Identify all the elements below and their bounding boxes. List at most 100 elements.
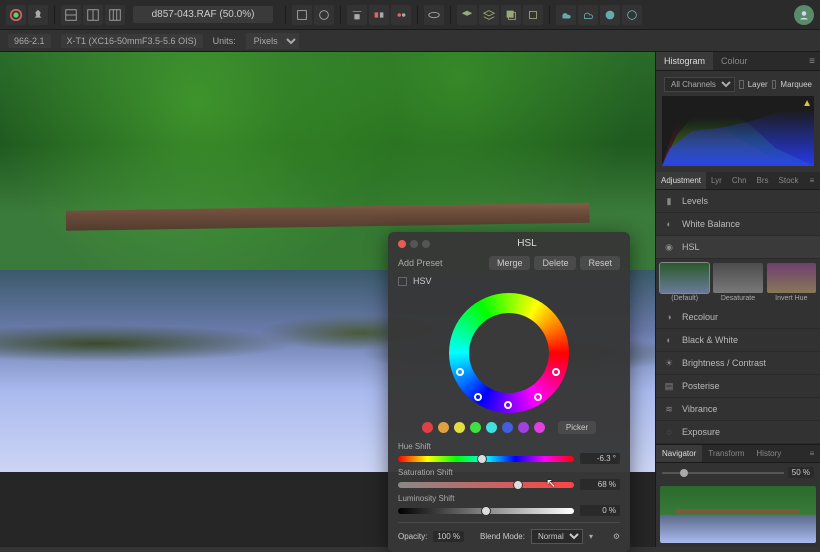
document-title[interactable]: d857-043.RAF (50.0%) bbox=[133, 6, 273, 23]
preset-desaturate[interactable]: Desaturate bbox=[713, 263, 762, 302]
color-chooser-icon[interactable] bbox=[6, 5, 26, 25]
gear-icon[interactable]: ⚙ bbox=[613, 532, 620, 541]
blend-mode-select[interactable]: Normal bbox=[531, 529, 583, 544]
align3-icon[interactable] bbox=[391, 5, 411, 25]
picker-button[interactable]: Picker bbox=[558, 421, 596, 434]
adjustment-black-white[interactable]: ◐Black & White bbox=[656, 329, 820, 352]
hue-shift-label: Hue Shift bbox=[398, 442, 620, 453]
merge-button[interactable]: Merge bbox=[489, 256, 531, 270]
preset-row: (Default) Desaturate Invert Hue bbox=[656, 259, 820, 306]
adjustment-levels[interactable]: ▮Levels bbox=[656, 190, 820, 213]
tab-history[interactable]: History bbox=[750, 445, 787, 462]
add-preset-button[interactable]: Add Preset bbox=[398, 258, 443, 268]
align2-icon[interactable] bbox=[369, 5, 389, 25]
layer1-icon[interactable] bbox=[457, 5, 477, 25]
reset-button[interactable]: Reset bbox=[580, 256, 620, 270]
hsl-title: HSL bbox=[434, 238, 620, 249]
opacity-value[interactable]: 100 % bbox=[433, 531, 464, 542]
hsv-checkbox[interactable] bbox=[398, 277, 407, 286]
cloud4-icon[interactable] bbox=[622, 5, 642, 25]
square-tool-icon[interactable] bbox=[292, 5, 312, 25]
panel-menu-icon[interactable]: ≡ bbox=[804, 52, 820, 70]
align1-icon[interactable] bbox=[347, 5, 367, 25]
tab-navigator[interactable]: Navigator bbox=[656, 445, 702, 462]
adjustment-exposure[interactable]: ◌Exposure bbox=[656, 421, 820, 444]
units-select[interactable]: Pixels bbox=[246, 33, 299, 49]
link-icon[interactable] bbox=[424, 5, 444, 25]
opacity-label: Opacity: bbox=[398, 532, 427, 541]
color-wheel[interactable] bbox=[449, 293, 569, 413]
swatch-3[interactable] bbox=[470, 422, 481, 433]
tab-transform[interactable]: Transform bbox=[702, 445, 750, 462]
adjustment-brightness-contrast[interactable]: ☀Brightness / Contrast bbox=[656, 352, 820, 375]
top-toolbar: d857-043.RAF (50.0%) bbox=[0, 0, 820, 30]
marquee-checkbox[interactable] bbox=[772, 80, 777, 89]
hue-shift-slider[interactable] bbox=[398, 456, 574, 462]
adjustment-recolour[interactable]: ◑Recolour bbox=[656, 306, 820, 329]
preset-default[interactable]: (Default) bbox=[660, 263, 709, 302]
circle-tool-icon[interactable] bbox=[314, 5, 334, 25]
layer3-icon[interactable] bbox=[501, 5, 521, 25]
adjustment-hsl[interactable]: ◉HSL bbox=[656, 236, 820, 259]
saturation-shift-value[interactable]: 68 % bbox=[580, 479, 620, 490]
info-bar: 966-2.1 X-T1 (XC16-50mmF3.5-5.6 OIS) Uni… bbox=[0, 30, 820, 52]
luminosity-shift-slider[interactable] bbox=[398, 508, 574, 514]
grid1-icon[interactable] bbox=[61, 5, 81, 25]
cloud3-icon[interactable] bbox=[600, 5, 620, 25]
clipping-warning-icon[interactable]: ▲ bbox=[802, 98, 812, 109]
preset-invert-hue[interactable]: Invert Hue bbox=[767, 263, 816, 302]
tab-brs[interactable]: Brs bbox=[752, 172, 774, 189]
swatch-0[interactable] bbox=[422, 422, 433, 433]
tab-stock[interactable]: Stock bbox=[774, 172, 804, 189]
levels-icon: ▮ bbox=[662, 194, 676, 208]
blend-extra-icon[interactable]: ▾ bbox=[589, 532, 593, 541]
pin-icon[interactable] bbox=[28, 5, 48, 25]
delete-button[interactable]: Delete bbox=[534, 256, 576, 270]
hsl-titlebar[interactable]: HSL bbox=[398, 238, 620, 253]
nav-menu-icon[interactable]: ≡ bbox=[804, 445, 820, 462]
swatch-row: Picker bbox=[398, 417, 620, 440]
swatch-4[interactable] bbox=[486, 422, 497, 433]
histogram-channel-select[interactable]: All Channels bbox=[664, 77, 735, 92]
layer4-icon[interactable] bbox=[523, 5, 543, 25]
adjustment-vibrance[interactable]: ≋Vibrance bbox=[656, 398, 820, 421]
histogram-display: ▲ bbox=[662, 96, 814, 166]
grid2-icon[interactable] bbox=[83, 5, 103, 25]
swatch-6[interactable] bbox=[518, 422, 529, 433]
minimize-icon[interactable] bbox=[410, 240, 418, 248]
layer-checkbox[interactable] bbox=[739, 80, 744, 89]
exposure-icon: ◌ bbox=[662, 425, 676, 439]
swatch-1[interactable] bbox=[438, 422, 449, 433]
maximize-icon[interactable] bbox=[422, 240, 430, 248]
grid3-icon[interactable] bbox=[105, 5, 125, 25]
saturation-shift-slider[interactable] bbox=[398, 482, 574, 488]
user-avatar-icon[interactable] bbox=[794, 5, 814, 25]
navigator-preview[interactable] bbox=[660, 486, 816, 543]
cloud2-icon[interactable] bbox=[578, 5, 598, 25]
brightness-icon: ☀ bbox=[662, 356, 676, 370]
tab-lyr[interactable]: Lyr bbox=[706, 172, 727, 189]
hue-shift-value[interactable]: -6.3 ° bbox=[580, 453, 620, 464]
hsv-label: HSV bbox=[413, 276, 432, 286]
white-balance-icon: ◐ bbox=[662, 217, 676, 231]
zoom-value[interactable]: 50 % bbox=[788, 467, 814, 478]
luminosity-shift-value[interactable]: 0 % bbox=[580, 505, 620, 516]
tab-colour[interactable]: Colour bbox=[713, 52, 756, 70]
tab-adjustment[interactable]: Adjustment bbox=[656, 172, 706, 189]
adj-menu-icon[interactable]: ≡ bbox=[804, 172, 820, 189]
adjustment-posterise[interactable]: ▤Posterise bbox=[656, 375, 820, 398]
swatch-2[interactable] bbox=[454, 422, 465, 433]
swatch-5[interactable] bbox=[502, 422, 513, 433]
marquee-label: Marquee bbox=[780, 80, 812, 89]
zoom-slider[interactable] bbox=[662, 472, 784, 474]
tab-histogram[interactable]: Histogram bbox=[656, 52, 713, 70]
layer2-icon[interactable] bbox=[479, 5, 499, 25]
right-panel: Histogram Colour ≡ All Channels Layer Ma… bbox=[655, 52, 820, 547]
adjustment-white-balance[interactable]: ◐White Balance bbox=[656, 213, 820, 236]
swatch-7[interactable] bbox=[534, 422, 545, 433]
saturation-shift-label: Saturation Shift bbox=[398, 468, 620, 479]
units-label: Units: bbox=[213, 36, 236, 46]
close-icon[interactable] bbox=[398, 240, 406, 248]
tab-chn[interactable]: Chn bbox=[727, 172, 752, 189]
cloud1-icon[interactable] bbox=[556, 5, 576, 25]
